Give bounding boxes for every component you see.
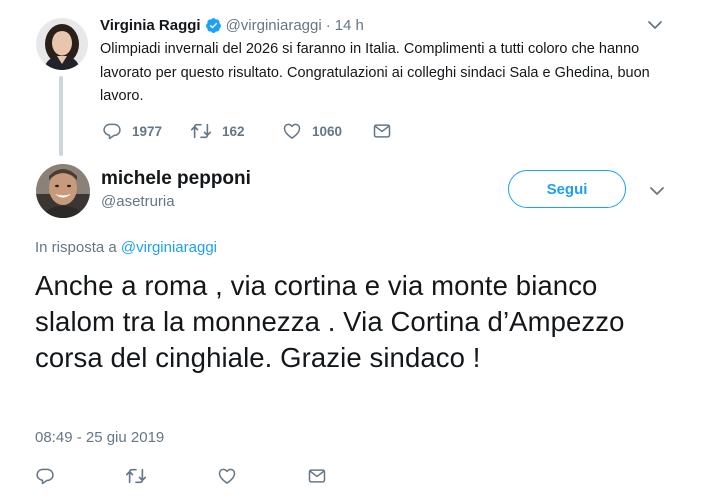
reply-mention-link[interactable]: @virginiaraggi (121, 239, 217, 256)
avatar-virginia-raggi[interactable] (36, 18, 88, 70)
retweet-icon (190, 123, 212, 139)
retweet-icon (125, 468, 147, 484)
chevron-down-icon[interactable] (648, 184, 666, 198)
reply-prefix: In risposta a (35, 239, 117, 256)
retweet-count: 162 (222, 123, 245, 139)
avatar-michele-pepponi[interactable] (36, 164, 90, 218)
parent-tweet-text: Olimpiadi invernali del 2026 si faranno … (100, 41, 650, 104)
reply-button[interactable]: 1977 (102, 118, 162, 144)
author-handle[interactable]: @virginiaraggi (226, 17, 322, 34)
reply-count: 1977 (132, 123, 163, 139)
tweet-timestamp[interactable]: 08:49 - 25 giu 2019 (35, 429, 164, 446)
parent-tweet[interactable]: Virginia Raggi @virginiaraggi · 14 h Oli… (0, 0, 702, 160)
verified-badge-icon (205, 17, 221, 33)
author-name[interactable]: michele pepponi (101, 168, 251, 190)
separator-dot: · (325, 16, 331, 34)
author-handle[interactable]: @asetruria (101, 193, 175, 210)
direct-message-button[interactable] (372, 118, 392, 144)
direct-message-button[interactable] (307, 463, 327, 489)
heart-icon (218, 468, 236, 484)
main-tweet-text: Anche a roma , via cortina e via monte b… (35, 270, 625, 373)
thread-connector-line (59, 76, 63, 156)
reply-context: In risposta a @virginiaraggi (35, 239, 217, 256)
retweet-button[interactable] (125, 463, 147, 489)
reply-icon (103, 123, 121, 140)
tweet-time[interactable]: 14 h (335, 17, 364, 34)
envelope-icon (373, 124, 391, 138)
like-button[interactable]: 1060 (282, 118, 342, 144)
heart-icon (283, 123, 301, 139)
envelope-icon (308, 469, 326, 483)
like-count: 1060 (312, 123, 343, 139)
chevron-down-icon[interactable] (646, 18, 664, 32)
like-button[interactable] (217, 463, 237, 489)
author-name[interactable]: Virginia Raggi (100, 17, 201, 34)
parent-tweet-header: Virginia Raggi @virginiaraggi · 14 h (100, 14, 364, 36)
reply-button[interactable] (35, 463, 55, 489)
follow-button[interactable]: Segui (508, 170, 626, 208)
reply-icon (36, 468, 54, 485)
retweet-button[interactable]: 162 (190, 118, 245, 144)
